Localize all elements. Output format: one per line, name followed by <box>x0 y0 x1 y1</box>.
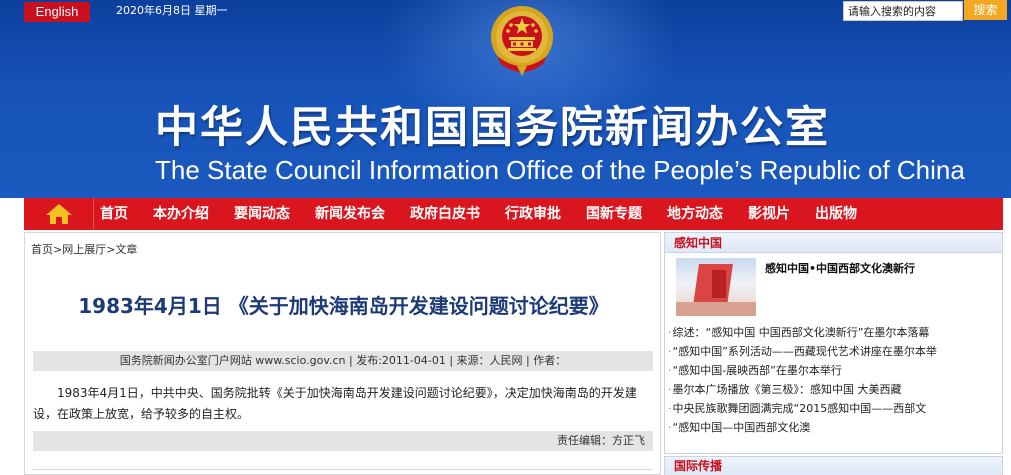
international-communication-panel-title[interactable]: 国际传播 <box>664 456 1003 475</box>
nav-item-news[interactable]: 要闻动态 <box>228 198 296 230</box>
bullet-icon: · <box>668 345 672 358</box>
site-title-english: The State Council Information Office of … <box>155 155 965 185</box>
home-icon <box>45 204 72 224</box>
panel-title[interactable]: 感知中国 <box>665 233 1002 253</box>
english-version-button[interactable]: English <box>24 2 90 22</box>
nav-item-home[interactable]: 首页 <box>94 198 134 230</box>
home-icon-button[interactable] <box>24 198 94 230</box>
breadcrumb[interactable]: 首页>网上展厅>文章 <box>31 241 137 257</box>
feature-thumbnail[interactable] <box>676 258 756 316</box>
sidebar: 感知中国 感知中国•中国西部文化澳新行 ·综述：“感知中国 中国西部文化澳新行”… <box>664 232 1003 475</box>
current-date: 2020年6月8日 星期一 <box>116 4 228 17</box>
nav-item-press-conference[interactable]: 新闻发布会 <box>309 198 391 230</box>
divider <box>33 469 653 470</box>
news-link[interactable]: 中央民族歌舞团圆满完成“2015感知中国——西部文 <box>673 402 927 415</box>
perceive-china-panel: 感知中国 感知中国•中国西部文化澳新行 ·综述：“感知中国 中国西部文化澳新行”… <box>664 232 1003 454</box>
news-link[interactable]: “感知中国”系列活动——西藏现代艺术讲座在墨尔本举 <box>673 345 937 358</box>
news-list-item[interactable]: ·综述：“感知中国 中国西部文化澳新行”在墨尔本落幕 <box>668 323 1000 342</box>
bullet-icon: · <box>668 326 672 339</box>
article-body: 1983年4月1日，中共中央、国务院批转《关于加快海南岛开发建设问题讨论纪要》，… <box>33 386 637 421</box>
nav-item-local-news[interactable]: 地方动态 <box>661 198 729 230</box>
nav-item-about[interactable]: 本办介绍 <box>147 198 215 230</box>
nav-item-special-topics[interactable]: 国新专题 <box>580 198 648 230</box>
nav-item-white-papers[interactable]: 政府白皮书 <box>404 198 486 230</box>
search-button[interactable]: 搜索 <box>964 0 1007 20</box>
news-list-item[interactable]: ·“感知中国-展映西部”在墨尔本举行 <box>668 361 1000 380</box>
feature-title-link[interactable]: 感知中国•中国西部文化澳新行 <box>765 260 915 276</box>
bullet-icon: · <box>668 402 672 415</box>
news-list: ·综述：“感知中国 中国西部文化澳新行”在墨尔本落幕 ·“感知中国”系列活动——… <box>668 323 1000 437</box>
news-list-item[interactable]: ·“感知中国”系列活动——西藏现代艺术讲座在墨尔本举 <box>668 342 1000 361</box>
main-nav: 首页 本办介绍 要闻动态 新闻发布会 政府白皮书 行政审批 国新专题 地方动态 … <box>24 198 1003 230</box>
thumbnail-base <box>676 302 756 316</box>
bullet-icon: · <box>668 421 672 434</box>
nav-item-films[interactable]: 影视片 <box>742 198 796 230</box>
search-input[interactable] <box>843 1 963 21</box>
news-list-item[interactable]: ·墨尔本广场播放《第三极》：感知中国 大美西藏 <box>668 380 1000 399</box>
site-header: English 2020年6月8日 星期一 搜索 中华人民共和国国务院新闻办公室… <box>0 0 1011 198</box>
thumbnail-red-shape <box>712 270 726 298</box>
site-title-chinese: 中华人民共和国国务院新闻办公室 <box>155 103 830 153</box>
nav-item-admin-approval[interactable]: 行政审批 <box>499 198 567 230</box>
bullet-icon: · <box>668 364 672 377</box>
article-container: 首页>网上展厅>文章 1983年4月1日 《关于加快海南岛开发建设问题讨论纪要》… <box>24 232 661 475</box>
news-link[interactable]: “感知中国—中国西部文化澳 <box>673 421 811 434</box>
news-list-item[interactable]: ·“感知中国—中国西部文化澳 <box>668 418 1000 437</box>
national-emblem-icon <box>491 6 553 76</box>
article-editor: 责任编辑：方正飞 <box>33 431 653 451</box>
news-list-item[interactable]: ·中央民族歌舞团圆满完成“2015感知中国——西部文 <box>668 399 1000 418</box>
article-meta: 国务院新闻办公室门户网站 www.scio.gov.cn | 发布:2011-0… <box>33 351 653 371</box>
nav-item-publications[interactable]: 出版物 <box>809 198 863 230</box>
news-link[interactable]: 综述：“感知中国 中国西部文化澳新行”在墨尔本落幕 <box>673 326 930 339</box>
news-link[interactable]: “感知中国-展映西部”在墨尔本举行 <box>673 364 842 377</box>
bullet-icon: · <box>668 383 672 396</box>
article-title: 1983年4月1日 《关于加快海南岛开发建设问题讨论纪要》 <box>78 294 609 318</box>
news-link[interactable]: 墨尔本广场播放《第三极》：感知中国 大美西藏 <box>673 383 902 396</box>
